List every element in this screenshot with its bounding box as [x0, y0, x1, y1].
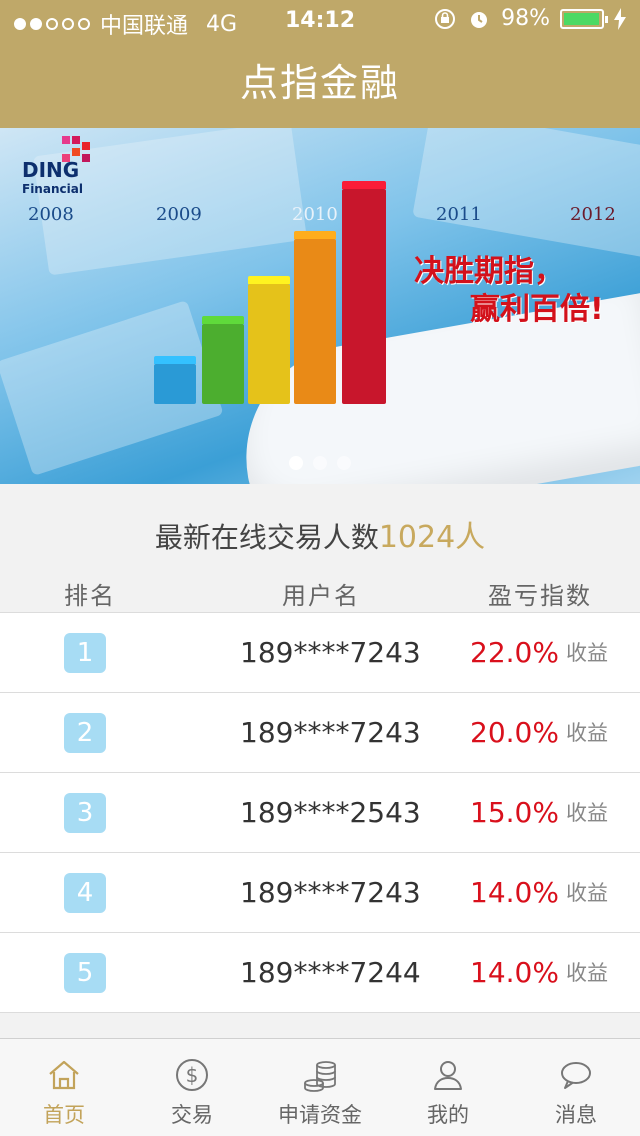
profit-suffix: 收益 [566, 721, 608, 745]
rank-badge: 2 [64, 713, 106, 753]
chart-bar-orange [294, 239, 336, 404]
logo-cubes-icon [62, 136, 90, 162]
charging-icon [614, 7, 626, 30]
col-header-user: 用户名 [282, 582, 360, 610]
status-right: 98% [433, 6, 626, 31]
tab-label: 交易 [171, 1103, 213, 1127]
rank-badge: 3 [64, 793, 106, 833]
page-title: 点指金融 [239, 61, 400, 105]
slogan-line-2: 赢利百倍! [470, 292, 604, 327]
alarm-icon [471, 11, 488, 28]
col-header-index: 盈亏指数 [488, 582, 592, 610]
username: 189****7243 [240, 636, 421, 669]
username: 189****2543 [240, 796, 421, 829]
chart-bar-blue [154, 364, 196, 404]
tab-home[interactable]: 首页 [0, 1039, 128, 1136]
pager-dot[interactable] [337, 456, 351, 470]
year-label: 2012 [570, 204, 616, 225]
table-row[interactable]: 3 189****2543 15.0% 收益 [0, 773, 640, 853]
profit-suffix: 收益 [566, 881, 608, 905]
tab-label: 申请资金 [278, 1103, 362, 1127]
rank-badge: 5 [64, 953, 106, 993]
chat-icon [561, 1062, 591, 1089]
profit-percent: 20.0% [470, 716, 559, 749]
year-label: 2009 [156, 204, 202, 225]
col-header-rank: 排名 [64, 582, 116, 610]
table-row[interactable]: 2 189****7243 20.0% 收益 [0, 693, 640, 773]
online-label: 最新在线交易人数 [154, 521, 379, 554]
home-icon [49, 1060, 79, 1090]
person-icon [434, 1061, 462, 1090]
profit-suffix: 收益 [566, 961, 608, 985]
profit-percent: 14.0% [470, 876, 559, 909]
tab-label: 首页 [43, 1103, 85, 1127]
tab-label: 消息 [555, 1103, 597, 1127]
battery-percent: 98% [501, 6, 550, 31]
table-row[interactable]: 1 189****7243 22.0% 收益 [0, 613, 640, 693]
username: 189****7244 [240, 956, 421, 989]
chart-bar-red [342, 189, 386, 404]
brand-sub: Financial [22, 182, 83, 196]
status-bar: 中国联通 4G 14:12 98% [0, 0, 640, 40]
table-row[interactable]: 5 189****7244 14.0% 收益 [0, 933, 640, 1013]
table-row[interactable]: 4 189****7243 14.0% 收益 [0, 853, 640, 933]
profit-suffix: 收益 [566, 801, 608, 825]
username: 189****7243 [240, 716, 421, 749]
online-traders: 最新在线交易人数1024人 [0, 512, 640, 556]
year-label: 2010 [292, 204, 338, 225]
profit-percent: 15.0% [470, 796, 559, 829]
year-label: 2008 [28, 204, 74, 225]
chart-bar-green [202, 324, 244, 404]
promo-banner[interactable]: DING Financial 2008 2009 2010 2011 2012 … [0, 128, 640, 484]
bottom-tab-bar: 首页 $ 交易 申请资金 我的 消息 [0, 1038, 640, 1136]
pager-dot[interactable] [313, 456, 327, 470]
rank-badge: 1 [64, 633, 106, 673]
svg-text:$: $ [186, 1063, 199, 1087]
dollar-icon: $ [176, 1059, 208, 1091]
tab-apply-funds[interactable]: 申请资金 [256, 1039, 384, 1136]
profit-suffix: 收益 [566, 641, 608, 665]
brand-logo: DING Financial [22, 136, 90, 196]
carousel-pager[interactable] [0, 456, 640, 470]
ranking-list: 1 189****7243 22.0% 收益 2 189****7243 20.… [0, 612, 640, 1013]
rotation-lock-icon [435, 8, 456, 29]
profit-percent: 14.0% [470, 956, 559, 989]
app-header: 中国联通 4G 14:12 98% 点指金融 [0, 0, 640, 128]
tab-messages[interactable]: 消息 [512, 1039, 640, 1136]
online-count: 1024人 [378, 520, 486, 555]
tab-mine[interactable]: 我的 [384, 1039, 512, 1136]
battery-icon [560, 8, 608, 29]
username: 189****7243 [240, 876, 421, 909]
coins-icon [304, 1061, 336, 1092]
profit-percent: 22.0% [470, 636, 559, 669]
chart-bar-yellow [248, 284, 290, 404]
year-label: 2011 [436, 204, 482, 225]
pager-dot[interactable] [289, 456, 303, 470]
tab-trade[interactable]: $ 交易 [128, 1039, 256, 1136]
tab-label: 我的 [427, 1103, 469, 1127]
rank-badge: 4 [64, 873, 106, 913]
